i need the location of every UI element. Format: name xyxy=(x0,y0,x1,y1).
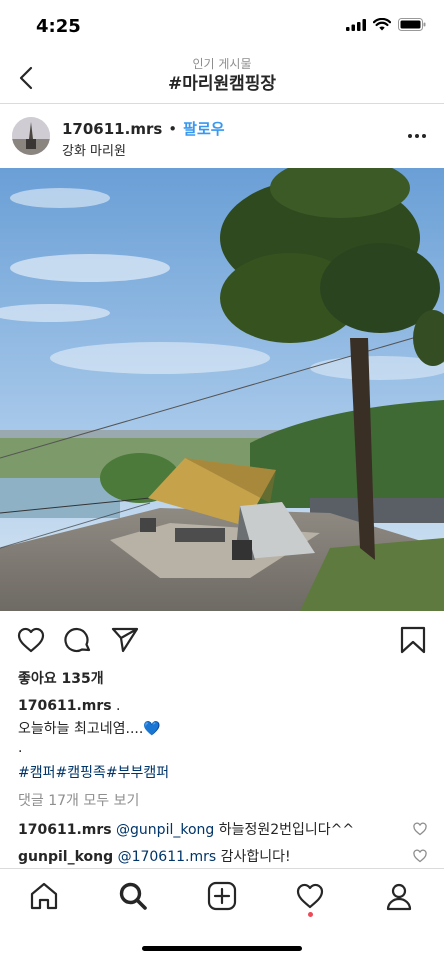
caption-hashtags[interactable]: #캠퍼#캠핑족#부부캠퍼 xyxy=(18,762,169,782)
comment-icon[interactable] xyxy=(63,625,93,655)
caption-suffix: . xyxy=(116,698,121,714)
bookmark-icon[interactable] xyxy=(398,625,428,655)
separator-dot: • xyxy=(168,119,178,138)
avatar-image xyxy=(12,117,50,155)
comment-heart-icon[interactable] xyxy=(413,822,427,836)
comment-item: gunpil_kong @170611.mrs 감사합니다! xyxy=(18,846,408,866)
comment-mention[interactable]: @gunpil_kong xyxy=(116,822,214,838)
heart-icon xyxy=(296,883,324,909)
comment-text: 하늘정원2번입니다^^ xyxy=(218,822,355,838)
comment-heart-icon[interactable] xyxy=(413,849,427,863)
post-location[interactable]: 강화 마리원 xyxy=(62,140,126,159)
post-header: 170611.mrs • 팔로우 강화 마리원 xyxy=(0,104,444,168)
heart-icon[interactable] xyxy=(16,625,46,655)
nav-title: #마리원캠핑장 xyxy=(167,74,277,94)
caption-line-1: 오늘하늘 최고네염....💙 xyxy=(18,721,161,737)
comment-username[interactable]: gunpil_kong xyxy=(18,849,113,865)
tab-search[interactable] xyxy=(116,879,150,913)
signal-icon xyxy=(346,18,366,31)
likes-count[interactable]: 좋아요 135개 xyxy=(18,668,104,688)
view-all-comments-link[interactable]: 댓글 17개 모두 보기 xyxy=(18,790,139,810)
post-actions xyxy=(0,611,444,667)
add-post-icon xyxy=(207,881,237,911)
tab-profile[interactable] xyxy=(382,879,416,913)
notification-dot xyxy=(308,912,313,917)
status-bar: 4:25 xyxy=(0,0,444,52)
comment-username[interactable]: 170611.mrs xyxy=(18,822,112,838)
post-photo[interactable] xyxy=(0,168,444,611)
home-indicator xyxy=(142,946,302,951)
tab-home[interactable] xyxy=(27,879,61,913)
battery-icon xyxy=(398,18,426,31)
status-icons xyxy=(346,18,426,31)
send-icon[interactable] xyxy=(110,625,140,655)
caption-line-2: . xyxy=(18,740,23,756)
more-icon[interactable] xyxy=(406,124,428,148)
comment-item: 170611.mrs @gunpil_kong 하늘정원2번입니다^^ xyxy=(18,819,408,839)
comment-mention[interactable]: @170611.mrs xyxy=(118,849,217,865)
wifi-icon xyxy=(373,18,391,31)
status-time: 4:25 xyxy=(36,16,81,37)
username-row: 170611.mrs • 팔로우 xyxy=(62,118,225,139)
tab-activity[interactable] xyxy=(293,879,327,913)
comment-text: 감사합니다! xyxy=(220,849,291,865)
campsite-photo xyxy=(0,168,444,611)
follow-button[interactable]: 팔로우 xyxy=(183,118,224,139)
home-icon xyxy=(30,882,58,910)
search-icon xyxy=(119,882,147,910)
nav-header: 인기 게시물 #마리원캠핑장 xyxy=(0,52,444,104)
nav-titles: 인기 게시물 #마리원캠핑장 xyxy=(0,56,444,96)
caption-username[interactable]: 170611.mrs xyxy=(18,698,112,714)
post-username[interactable]: 170611.mrs xyxy=(62,120,162,138)
nav-subtitle: 인기 게시물 xyxy=(192,57,252,71)
profile-icon xyxy=(386,883,412,911)
caption-header: 170611.mrs . xyxy=(18,698,121,714)
avatar[interactable] xyxy=(12,117,50,155)
tab-add[interactable] xyxy=(205,879,239,913)
